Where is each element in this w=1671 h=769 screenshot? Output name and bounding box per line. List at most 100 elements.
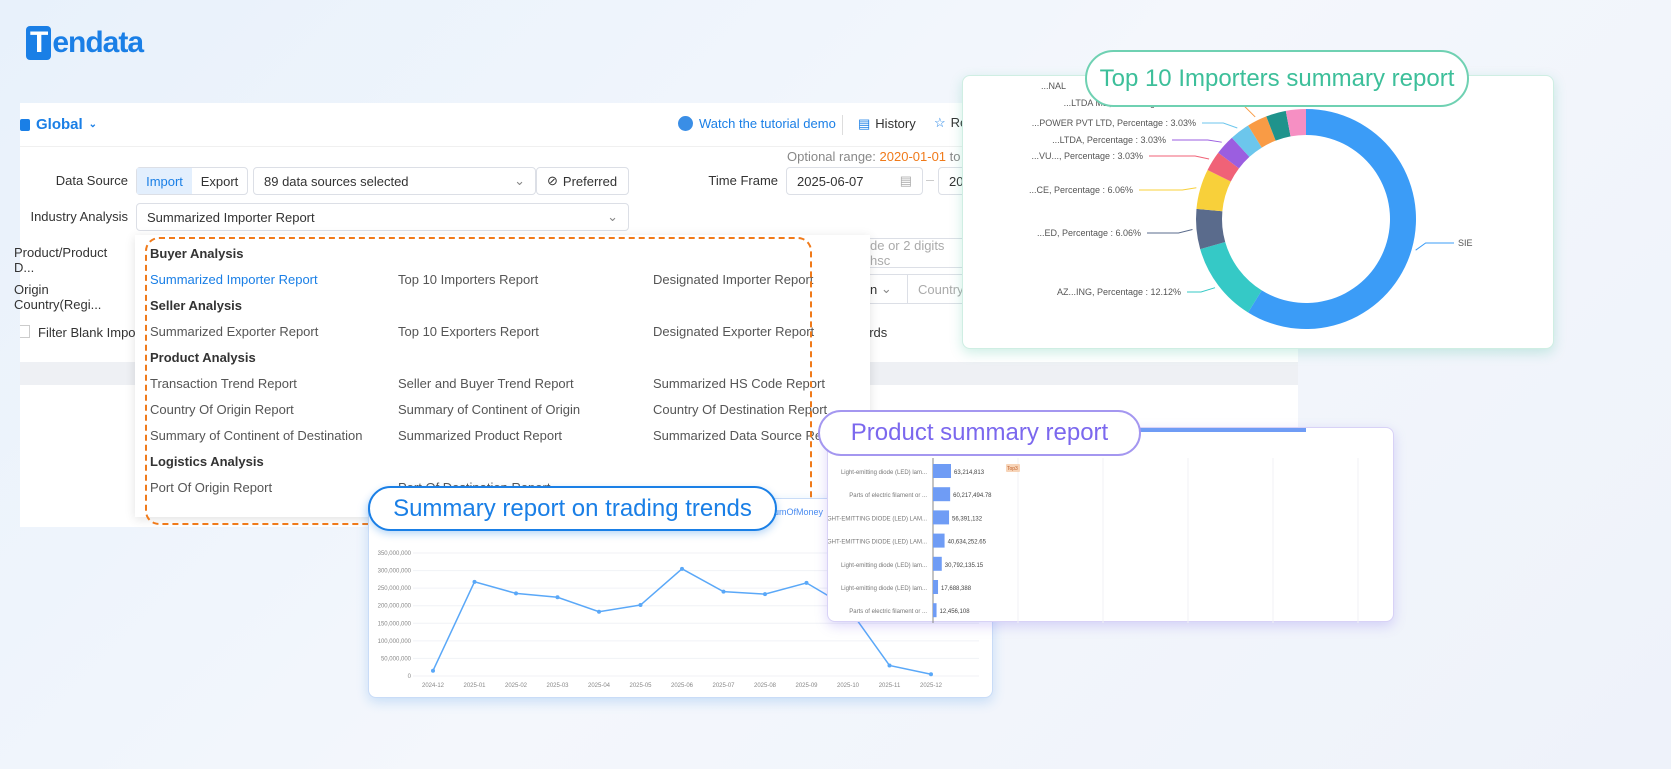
industry-select[interactable]: Summarized Importer Report ⌄ [136,203,629,231]
filter-blank-checkbox[interactable]: Filter Blank Importe [20,325,151,340]
data-point [431,668,435,673]
bar [933,487,951,502]
checkbox[interactable] [20,325,30,338]
sources-value: 89 data sources selected [264,173,409,189]
bar [933,533,945,548]
x-tick-label: 2024-12 [422,683,445,689]
industry-value: Summarized Importer Report [147,209,315,225]
category-label: Light-emitting diode (LED) lam... [841,470,927,476]
category-label: Light-emitting diode (LED) lam... [841,563,927,569]
slice-label: AZ...ING, Percentage : 12.12% [1057,287,1181,297]
category-label: Parts of electric filament or ... [849,493,927,499]
history-icon: ▤ [858,116,871,131]
calendar-icon: ▤ [899,173,912,188]
data-source-select[interactable]: 89 data sources selected ⌄ [253,167,536,195]
data-point [887,663,892,668]
highlight-frame [145,237,812,525]
chevron-down-icon: ⌄ [88,119,98,130]
data-source-label: Data Source [55,173,128,188]
import-export-toggle: Import Export [136,167,248,195]
data-point [555,595,560,600]
value-label: 60,217,494.78 [953,493,992,499]
x-tick-label: 2025-03 [546,683,569,689]
x-tick-label: 2025-09 [795,683,818,689]
data-point [472,579,477,584]
bar-chart: Light-emitting diode (LED) lam... 63,214,… [822,458,1444,623]
start-date-value: 2025-06-07 [797,173,864,189]
data-point [721,589,726,594]
time-frame-label: Time Frame [708,173,778,188]
slice-label: SIE [1458,238,1473,248]
filter-label: Filter Blank Importe [38,325,151,340]
start-date-input[interactable]: 2025-06-07 ▤ [786,167,923,195]
divider [842,115,843,135]
bar [933,510,950,525]
slice-label: ...NAL [1041,81,1066,91]
x-tick-label: 2025-06 [671,683,694,689]
data-point [804,580,809,585]
y-tick-label: 150,000,000 [378,621,412,627]
product-input[interactable]: de or 2 digits hsc [860,238,970,268]
leader-line [1415,242,1454,251]
x-tick-label: 2025-02 [505,683,528,689]
pie-slice [1248,109,1416,329]
tendata-logo: Tendata [26,26,144,60]
chevron-down-icon: ⌄ [514,173,525,188]
import-tab[interactable]: Import [137,168,192,194]
slice-label: ...ED, Percentage : 6.06% [1037,228,1141,238]
category-label: Parts of electric filament or ... [849,609,927,615]
value-label: 17,688,388 [941,586,972,592]
leader-line [1139,187,1197,191]
y-tick-label: 200,000,000 [378,604,412,610]
category-label: LIGHT-EMITTING DIODE (LED) LAM... [828,540,927,546]
slice-label: ...POWER PVT LTD, Percentage : 3.03% [1032,118,1196,128]
value-label: 40,634,252.65 [948,540,987,546]
x-tick-label: 2025-04 [588,683,611,689]
category-label: Light-emitting diode (LED) lam... [841,586,927,592]
preferred-label: Preferred [562,173,618,189]
data-point [514,591,518,596]
leader-line [1147,229,1193,234]
tutorial-link[interactable]: Watch the tutorial demo [678,116,836,131]
x-tick-label: 2025-11 [879,683,901,689]
slice-label: ...CE, Percentage : 6.06% [1029,185,1133,195]
value-label: 12,456,108 [940,609,971,615]
product-label: Product/Product D... [14,245,108,275]
data-point [638,603,643,608]
value-label: 30,792,135.15 [945,563,984,569]
y-tick-label: 50,000,000 [381,656,412,662]
x-tick-label: 2025-07 [712,683,735,689]
x-tick-label: 2025-05 [629,683,652,689]
data-point [597,609,601,614]
category-label: LIGHT-EMITTING DIODE (LED) LAM... [828,516,927,522]
bar [933,580,939,594]
y-tick-label: 100,000,000 [378,639,412,645]
accent-bar [1140,428,1306,432]
scope-selector[interactable]: Global ⌄ [20,116,97,133]
product-summary-title: Product summary report [818,410,1141,456]
value-label: 63,214,813 [954,470,985,476]
leader-line [1202,122,1238,129]
top-importers-card: SIE AZ...ING, Percentage : 12.12% ...ED, P… [962,75,1554,349]
leader-line [1187,287,1216,293]
y-tick-label: 300,000,000 [378,569,412,575]
value-label: 56,391,132 [952,516,983,522]
x-tick-label: 2025-10 [837,683,860,689]
date-separator [926,180,934,181]
preferred-button[interactable]: ⊘ Preferred [536,167,629,195]
x-tick-label: 2025-08 [754,683,777,689]
chevron-down-icon: ⌄ [880,281,892,296]
top-importers-title: Top 10 Importers summary report [1085,50,1469,107]
globe-icon [20,118,30,131]
video-icon [678,116,693,131]
data-point [680,566,684,571]
history-button[interactable]: ▤ History [858,116,916,132]
export-tab[interactable]: Export [192,174,247,189]
leader-line [1172,139,1222,143]
star-icon: ☆ [934,115,946,130]
chevron-down-icon: ⌄ [607,209,618,224]
bar [933,556,942,571]
top3-badge-text: Top3 [1007,466,1018,472]
leader-line [1149,155,1210,160]
y-tick-label: 250,000,000 [378,586,412,592]
